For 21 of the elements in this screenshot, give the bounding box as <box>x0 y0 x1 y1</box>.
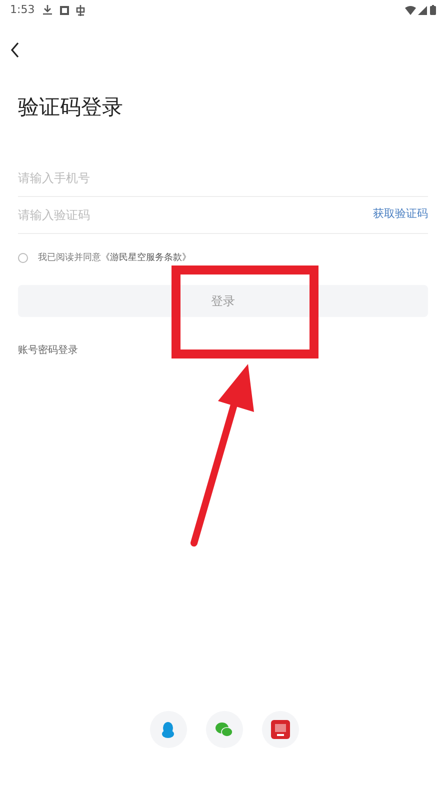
app-logo-icon <box>270 720 290 739</box>
page-title: 验证码登录 <box>18 94 124 121</box>
agreement-text: 我已阅读并同意 <box>38 252 101 262</box>
status-time: 1:53 <box>10 2 35 18</box>
terms-link[interactable]: 《游民星空服务条款》 <box>101 252 191 262</box>
wechat-login-button[interactable] <box>206 711 242 748</box>
wifi-icon <box>405 6 416 14</box>
signal-icon <box>418 6 427 14</box>
agreement-checkbox[interactable] <box>18 253 28 264</box>
input-field[interactable]: 请输入验证码 <box>18 206 373 224</box>
battery-icon <box>430 5 436 15</box>
password-login-link[interactable]: 账号密码登录 <box>18 343 78 358</box>
chat-bubbles-icon <box>215 722 233 737</box>
back-icon[interactable] <box>10 42 20 58</box>
get-code-link[interactable]: 获取验证码 <box>373 206 428 223</box>
app-login-button[interactable] <box>262 711 298 748</box>
input-field[interactable]: 请输入手机号 <box>18 168 428 186</box>
qq-login-button[interactable] <box>150 711 186 748</box>
download-icon <box>42 5 52 15</box>
image-icon <box>60 6 69 14</box>
penguin-icon <box>161 720 175 738</box>
